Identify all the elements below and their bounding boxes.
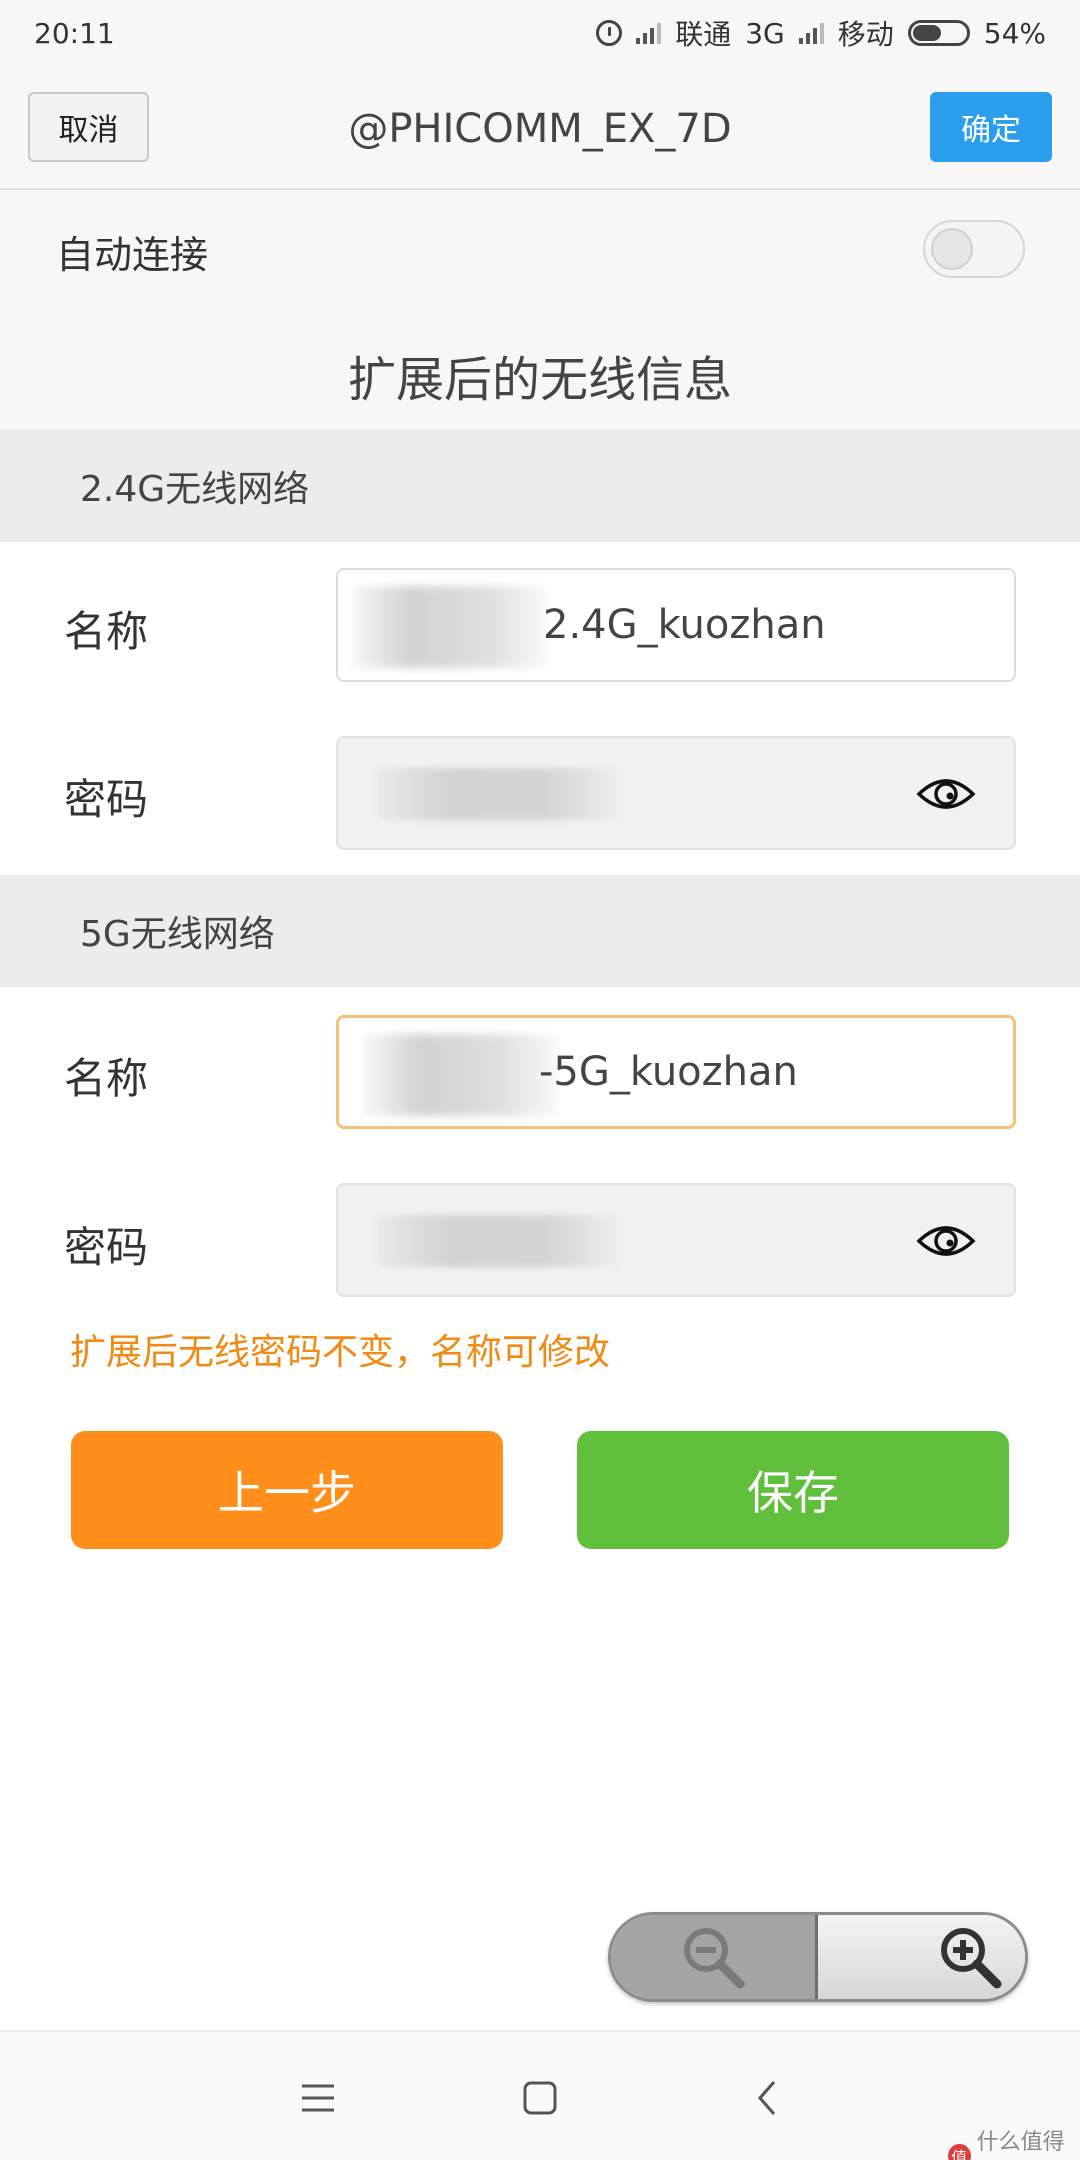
toggle-knob	[931, 228, 973, 270]
alarm-icon	[596, 20, 623, 46]
confirm-button[interactable]: 确定	[930, 92, 1052, 162]
home-icon[interactable]	[512, 2070, 568, 2126]
header: 取消 @PHICOMM_EX_7D 确定	[0, 66, 1080, 190]
network-5g-header: 5G无线网络	[0, 875, 1080, 987]
battery-percent: 54%	[983, 16, 1046, 50]
auto-connect-section: 自动连接 扩展后的无线信息	[0, 190, 1080, 430]
redacted-area	[363, 1034, 559, 1116]
signal-icon	[636, 22, 662, 44]
status-bar: 20:11 联通 3G 移动 54%	[0, 0, 1080, 66]
save-button[interactable]: 保存	[577, 1431, 1009, 1549]
auto-connect-toggle[interactable]	[923, 220, 1025, 278]
signal-icon-2	[798, 22, 824, 44]
network-24g-header: 2.4G无线网络	[0, 430, 1080, 542]
network-24g-password-input[interactable]	[336, 736, 1016, 850]
status-icons: 联通 3G 移动 54%	[596, 13, 1046, 53]
carrier-1: 联通	[675, 18, 732, 51]
watermark-logo-icon: 值	[948, 2144, 971, 2160]
network-24g-name-value: 2.4G_kuozhan	[543, 602, 826, 648]
hint-text: 扩展后无线密码不变，名称可修改	[70, 1332, 611, 1373]
zoom-control	[608, 1912, 1028, 2002]
network-24g-name-label: 名称	[64, 607, 149, 656]
eye-icon[interactable]	[916, 772, 976, 816]
zoom-in-icon	[941, 1928, 1002, 1989]
menu-icon[interactable]	[290, 2070, 346, 2126]
back-icon[interactable]	[740, 2070, 796, 2126]
network-5g-password-input[interactable]	[336, 1183, 1016, 1297]
battery-icon	[907, 20, 970, 46]
section-title: 扩展后的无线信息	[347, 352, 732, 408]
redacted-area	[352, 586, 548, 668]
eye-icon[interactable]	[916, 1219, 976, 1263]
watermark: 值 什么值得买	[948, 2124, 1080, 2160]
zoom-out-button[interactable]	[611, 1915, 818, 1999]
network-5g-name-input[interactable]: -5G_kuozhan	[336, 1015, 1016, 1129]
page-title: @PHICOMM_EX_7D	[348, 106, 732, 152]
network-24g-name-input[interactable]: 2.4G_kuozhan	[336, 568, 1016, 682]
carrier-2: 移动	[837, 18, 894, 51]
watermark-text: 什么值得买	[976, 2130, 1065, 2155]
network-5g-password-label: 密码	[64, 1223, 149, 1272]
zoom-out-icon	[683, 1928, 745, 1989]
network-24g-password-label: 密码	[64, 775, 149, 824]
status-time: 20:11	[34, 16, 115, 50]
redacted-area	[378, 1215, 618, 1267]
network-type: 3G	[745, 16, 785, 50]
network-5g-name-label: 名称	[64, 1054, 149, 1103]
zoom-in-button[interactable]	[817, 1915, 1025, 1999]
auto-connect-label: 自动连接	[56, 233, 209, 277]
navigation-bar	[0, 2030, 1080, 2160]
network-5g-name-value: -5G_kuozhan	[539, 1049, 798, 1095]
prev-step-button[interactable]: 上一步	[71, 1431, 503, 1549]
redacted-area	[378, 768, 618, 820]
